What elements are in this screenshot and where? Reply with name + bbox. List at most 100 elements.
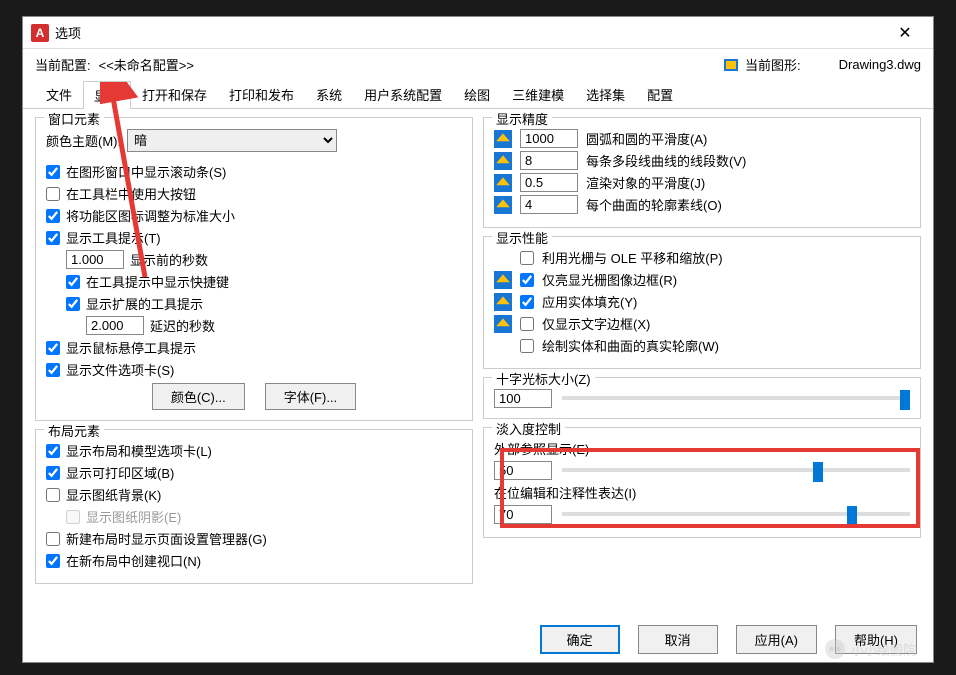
inplace-fade-input[interactable] xyxy=(494,505,552,524)
current-profile-value: <<未命名配置>> xyxy=(99,55,194,74)
dwg-icon xyxy=(494,196,512,214)
tab-6[interactable]: 绘图 xyxy=(453,80,501,108)
current-profile-label: 当前配置: xyxy=(35,55,91,74)
delay-seconds-input[interactable] xyxy=(86,316,144,335)
dwg-icon xyxy=(494,315,512,333)
cb-shortcut-tip[interactable] xyxy=(66,275,80,289)
tab-8[interactable]: 选择集 xyxy=(575,80,636,108)
current-drawing-label: 当前图形: xyxy=(745,55,801,74)
cb-new-viewport-label: 在新布局中创建视口(N) xyxy=(66,551,201,570)
fonts-button[interactable]: 字体(F)... xyxy=(265,383,356,410)
cb-tooltips[interactable] xyxy=(46,231,60,245)
crosshair-size-input[interactable] xyxy=(494,389,552,408)
ok-button[interactable]: 确定 xyxy=(540,625,620,654)
cb-hover-tip[interactable] xyxy=(46,341,60,355)
seconds-before-input[interactable] xyxy=(66,250,124,269)
layout-elements-group: 布局元素 显示布局和模型选项卡(L) 显示可打印区域(B) 显示图纸背景(K) … xyxy=(35,429,473,584)
cb-text-frame-label: 仅显示文字边框(X) xyxy=(542,314,650,333)
cb-scrollbars[interactable] xyxy=(46,165,60,179)
crosshair-size-group: 十字光标大小(Z) xyxy=(483,377,921,419)
color-theme-select[interactable]: 暗 xyxy=(127,129,337,152)
group-title: 窗口元素 xyxy=(44,109,104,128)
render-smoothness-input[interactable] xyxy=(520,173,578,192)
cb-big-buttons-label: 在工具栏中使用大按钮 xyxy=(66,184,196,203)
group-title: 布局元素 xyxy=(44,421,104,440)
cb-solid-fill-label: 应用实体填充(Y) xyxy=(542,292,637,311)
cb-scrollbars-label: 在图形窗口中显示滚动条(S) xyxy=(66,162,226,181)
help-button[interactable]: 帮助(H) xyxy=(835,625,917,654)
group-title: 十字光标大小(Z) xyxy=(492,369,595,388)
tabs-bar: 文件显示打开和保存打印和发布系统用户系统配置绘图三维建模选择集配置 xyxy=(23,80,933,109)
seconds-before-label: 显示前的秒数 xyxy=(130,250,208,269)
cb-text-frame[interactable] xyxy=(520,317,534,331)
cb-shortcut-tip-label: 在工具提示中显示快捷键 xyxy=(86,272,229,291)
cb-layout-tabs[interactable] xyxy=(46,444,60,458)
tab-0[interactable]: 文件 xyxy=(35,80,83,108)
dwg-icon xyxy=(494,174,512,192)
current-drawing-value: Drawing3.dwg xyxy=(839,57,921,72)
cb-page-setup[interactable] xyxy=(46,532,60,546)
contour-lines-input[interactable] xyxy=(520,195,578,214)
cb-tooltips-label: 显示工具提示(T) xyxy=(66,228,161,247)
cb-paper-bg-label: 显示图纸背景(K) xyxy=(66,485,161,504)
inplace-fade-label: 在位编辑和注释性表达(I) xyxy=(494,486,636,501)
group-title: 显示精度 xyxy=(492,109,552,128)
window-elements-group: 窗口元素 颜色主题(M): 暗 在图形窗口中显示滚动条(S) 在工具栏中使用大按… xyxy=(35,117,473,421)
cb-raster-ole[interactable] xyxy=(520,251,534,265)
colors-button[interactable]: 颜色(C)... xyxy=(152,383,245,410)
cb-extended-tip-label: 显示扩展的工具提示 xyxy=(86,294,203,313)
tab-3[interactable]: 打印和发布 xyxy=(218,80,305,108)
cb-true-silhouette-label: 绘制实体和曲面的真实轮廓(W) xyxy=(542,336,719,355)
cb-solid-fill[interactable] xyxy=(520,295,534,309)
options-dialog: A 选项 ✕ 当前配置: <<未命名配置>> 当前图形: Drawing3.dw… xyxy=(22,16,934,663)
cb-highlight-raster[interactable] xyxy=(520,273,534,287)
footer-buttons: 确定 取消 应用(A) 帮助(H) xyxy=(540,625,917,654)
arc-smoothness-label: 圆弧和圆的平滑度(A) xyxy=(586,129,910,148)
cb-paper-shadow-label: 显示图纸阴影(E) xyxy=(86,507,181,526)
drawing-icon xyxy=(723,57,739,73)
cb-extended-tip[interactable] xyxy=(66,297,80,311)
close-button[interactable]: ✕ xyxy=(885,17,925,48)
arc-smoothness-input[interactable] xyxy=(520,129,578,148)
cb-highlight-raster-label: 仅亮显光栅图像边框(R) xyxy=(542,270,677,289)
fade-control-group: 淡入度控制 外部参照显示(E) 在位编辑和注释性表达(I) xyxy=(483,427,921,538)
cb-printable-label: 显示可打印区域(B) xyxy=(66,463,174,482)
cb-file-tabs-label: 显示文件选项卡(S) xyxy=(66,360,174,379)
group-title: 淡入度控制 xyxy=(492,419,565,438)
cb-paper-bg[interactable] xyxy=(46,488,60,502)
tab-4[interactable]: 系统 xyxy=(305,80,353,108)
cb-raster-ole-label: 利用光栅与 OLE 平移和缩放(P) xyxy=(542,248,723,267)
cb-hover-tip-label: 显示鼠标悬停工具提示 xyxy=(66,338,196,357)
dialog-title: 选项 xyxy=(55,23,885,42)
cb-paper-shadow xyxy=(66,510,80,524)
tab-2[interactable]: 打开和保存 xyxy=(131,80,218,108)
cb-new-viewport[interactable] xyxy=(46,554,60,568)
contour-lines-label: 每个曲面的轮廓素线(O) xyxy=(586,195,910,214)
dwg-icon xyxy=(494,130,512,148)
dwg-icon xyxy=(494,152,512,170)
xref-fade-slider[interactable] xyxy=(562,460,910,480)
inplace-fade-slider[interactable] xyxy=(562,504,910,524)
cb-resize-icons-label: 将功能区图标调整为标准大小 xyxy=(66,206,235,225)
xref-fade-label: 外部参照显示(E) xyxy=(494,442,589,457)
tab-1[interactable]: 显示 xyxy=(83,81,131,109)
dwg-icon xyxy=(494,271,512,289)
crosshair-size-slider[interactable] xyxy=(562,388,910,408)
tab-5[interactable]: 用户系统配置 xyxy=(353,80,453,108)
apply-button[interactable]: 应用(A) xyxy=(736,625,817,654)
delay-seconds-label: 延迟的秒数 xyxy=(150,316,215,335)
tab-7[interactable]: 三维建模 xyxy=(501,80,575,108)
dwg-icon xyxy=(494,293,512,311)
cb-resize-icons[interactable] xyxy=(46,209,60,223)
group-title: 显示性能 xyxy=(492,228,552,247)
xref-fade-input[interactable] xyxy=(494,461,552,480)
polyline-segments-input[interactable] xyxy=(520,151,578,170)
tab-9[interactable]: 配置 xyxy=(636,80,684,108)
display-precision-group: 显示精度 圆弧和圆的平滑度(A) 每条多段线曲线的线段数(V) 渲染对象的平滑度… xyxy=(483,117,921,228)
cb-big-buttons[interactable] xyxy=(46,187,60,201)
display-performance-group: 显示性能 利用光栅与 OLE 平移和缩放(P) 仅亮显光栅图像边框(R) 应用实… xyxy=(483,236,921,369)
cb-true-silhouette[interactable] xyxy=(520,339,534,353)
cb-printable-area[interactable] xyxy=(46,466,60,480)
cb-file-tabs[interactable] xyxy=(46,363,60,377)
cancel-button[interactable]: 取消 xyxy=(638,625,718,654)
